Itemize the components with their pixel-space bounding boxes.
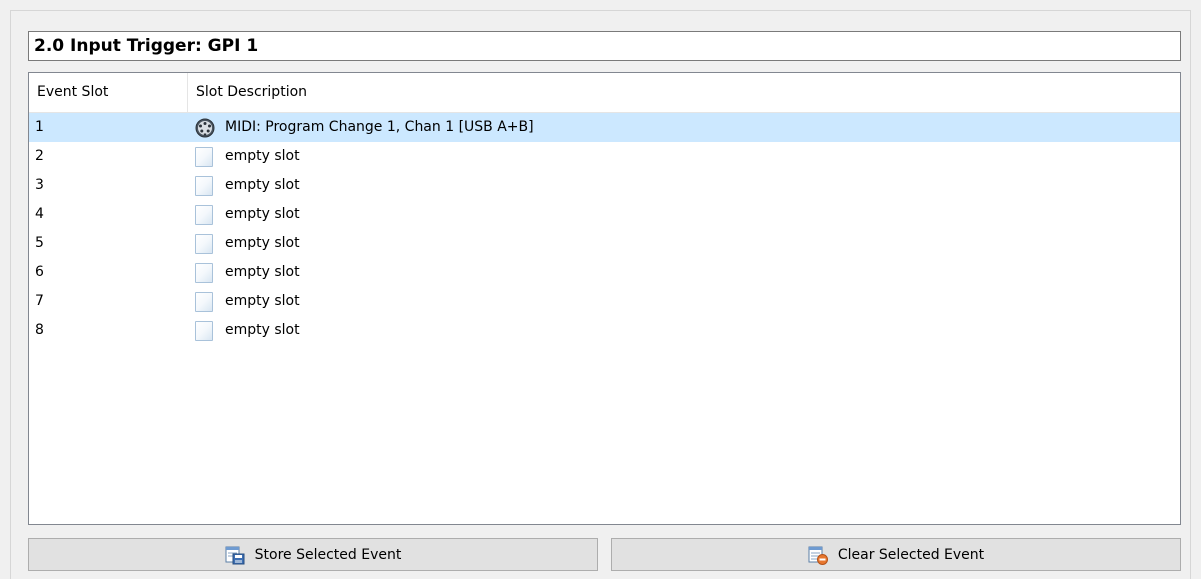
slot-description-text: empty slot (225, 235, 300, 251)
table-row[interactable]: 4 empty slot (29, 200, 1180, 229)
slot-description-cell: empty slot (195, 287, 300, 316)
document-icon (195, 204, 213, 225)
slot-description-text: empty slot (225, 293, 300, 309)
slot-description-text: empty slot (225, 206, 300, 222)
slot-description-text: empty slot (225, 177, 300, 193)
document-icon (195, 291, 213, 312)
event-slot-number: 7 (35, 293, 44, 309)
slot-description-cell: empty slot (195, 142, 300, 171)
slot-description-text: empty slot (225, 264, 300, 280)
table-row[interactable]: 8 empty slot (29, 316, 1180, 345)
midi-connector-icon (195, 118, 215, 137)
table-row[interactable]: 7 empty slot (29, 287, 1180, 316)
table-row[interactable]: 3 empty slot (29, 171, 1180, 200)
column-header-slot-description[interactable]: Slot Description (188, 73, 307, 112)
event-slot-number: 5 (35, 235, 44, 251)
event-slot-list[interactable]: Event Slot Slot Description 1 MIDI: Progr… (28, 72, 1181, 525)
event-slot-number: 1 (35, 119, 44, 135)
slot-description-cell: empty slot (195, 258, 300, 287)
document-icon (195, 175, 213, 196)
slot-description-cell: MIDI: Program Change 1, Chan 1 [USB A+B] (195, 113, 534, 142)
event-slot-number: 3 (35, 177, 44, 193)
slot-description-cell: empty slot (195, 171, 300, 200)
clear-button-label: Clear Selected Event (837, 546, 985, 563)
slot-description-text: MIDI: Program Change 1, Chan 1 [USB A+B] (225, 119, 534, 135)
store-button-label: Store Selected Event (254, 546, 402, 563)
slot-description-text: empty slot (225, 148, 300, 164)
store-event-icon (225, 546, 245, 564)
slot-description-cell: empty slot (195, 316, 300, 345)
slot-description-cell: empty slot (195, 200, 300, 229)
trigger-title: 2.0 Input Trigger: GPI 1 (28, 31, 1181, 61)
document-icon (195, 233, 213, 254)
event-slot-number: 6 (35, 264, 44, 280)
list-header: Event Slot Slot Description (29, 73, 1180, 113)
event-slot-number: 2 (35, 148, 44, 164)
event-slot-number: 8 (35, 322, 44, 338)
list-rows: 1 MIDI: Program Change 1, Chan 1 [USB A+B… (29, 113, 1180, 345)
clear-selected-event-button[interactable]: Clear Selected Event (611, 538, 1181, 571)
slot-description-text: empty slot (225, 322, 300, 338)
table-row[interactable]: 5 empty slot (29, 229, 1180, 258)
event-slot-number: 4 (35, 206, 44, 222)
document-icon (195, 320, 213, 341)
table-row[interactable]: 2 empty slot (29, 142, 1180, 171)
clear-event-icon (808, 546, 828, 565)
document-icon (195, 262, 213, 283)
slot-description-cell: empty slot (195, 229, 300, 258)
document-icon (195, 146, 213, 167)
table-row[interactable]: 1 MIDI: Program Change 1, Chan 1 [USB A+B… (29, 113, 1180, 142)
store-selected-event-button[interactable]: Store Selected Event (28, 538, 598, 571)
column-header-event-slot[interactable]: Event Slot (29, 73, 187, 112)
table-row[interactable]: 6 empty slot (29, 258, 1180, 287)
